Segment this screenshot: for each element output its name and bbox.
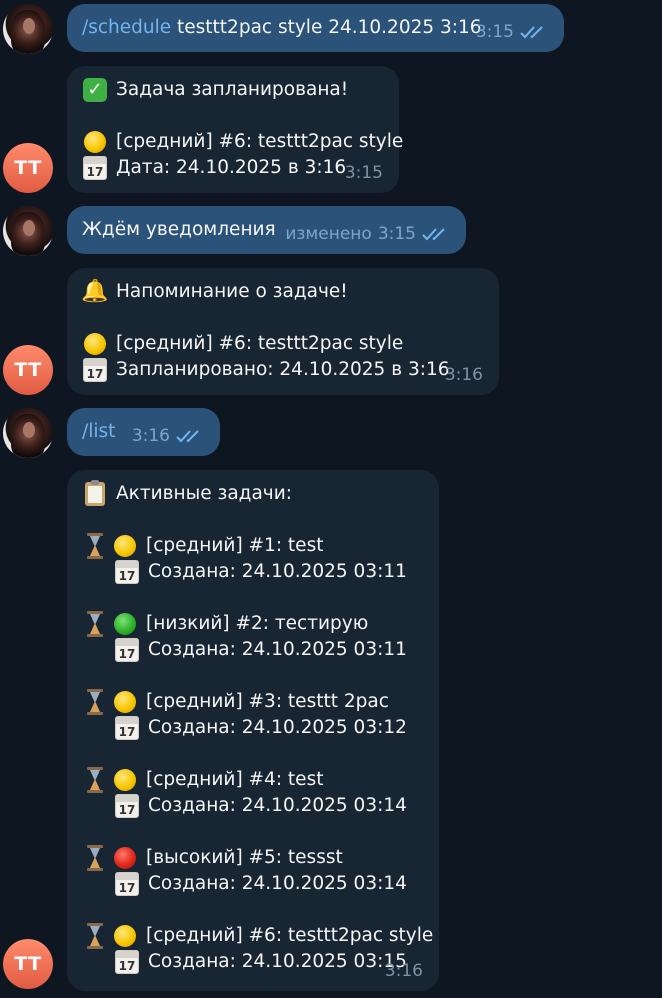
message-meta: 3:15 — [476, 19, 548, 45]
task-line: [средний] #1: test — [146, 535, 324, 556]
double-check-icon — [176, 430, 199, 443]
calendar-icon — [82, 357, 108, 383]
bot-avatar[interactable]: TT — [3, 939, 53, 989]
created-line: Создана: 24.10.2025 03:15 — [148, 951, 407, 972]
task-line: [средний] #4: test — [146, 769, 324, 790]
date-line: Запланировано: 24.10.2025 в 3:16 — [116, 359, 450, 380]
yellow-circle-icon — [112, 533, 138, 559]
message-text: testtt2pac style 24.10.2025 3:16 — [171, 17, 482, 38]
yellow-circle-icon — [112, 767, 138, 793]
message-time: 3:15 — [377, 224, 416, 244]
calendar-icon — [114, 949, 140, 975]
double-check-icon — [422, 228, 445, 241]
bell-icon: 🔔 — [81, 279, 109, 304]
yellow-circle-icon — [82, 331, 108, 357]
hourglass-icon — [82, 923, 108, 949]
task-line: [высокий] #5: tessst — [146, 847, 343, 868]
message-meta: 3:16 — [445, 362, 483, 388]
user-avatar[interactable] — [3, 4, 53, 54]
yellow-circle-icon — [82, 129, 108, 155]
date-line: Дата: 24.10.2025 в 3:16 — [116, 157, 347, 178]
hourglass-icon — [82, 611, 108, 637]
hourglass-icon — [82, 767, 108, 793]
red-circle-icon — [112, 845, 138, 871]
message-text: Ждём уведомления — [82, 219, 276, 240]
hourglass-icon — [82, 533, 108, 559]
calendar-icon — [114, 715, 140, 741]
bot-avatar[interactable]: TT — [3, 143, 53, 193]
task-line: [средний] #6: testtt2pac style — [146, 925, 434, 946]
double-check-icon — [520, 26, 543, 39]
calendar-icon — [114, 559, 140, 585]
message-time: 3:15 — [475, 22, 514, 42]
task-line: [низкий] #2: тестирую — [146, 613, 369, 634]
command-link[interactable]: /schedule — [82, 15, 171, 41]
incoming-message[interactable]: Активные задачи: [средний] #1: test Созд… — [67, 470, 439, 991]
message-time: 3:15 — [344, 163, 383, 183]
message-title: Активные задачи: — [116, 483, 292, 504]
task-line: [средний] #6: testtt2pac style — [116, 131, 404, 152]
message-title: Напоминание о задаче! — [116, 281, 348, 302]
hourglass-icon — [82, 845, 108, 871]
hourglass-icon — [82, 689, 108, 715]
task-line: [средний] #6: testtt2pac style — [116, 333, 404, 354]
calendar-icon — [114, 793, 140, 819]
clipboard-icon — [82, 480, 108, 507]
calendar-icon — [114, 637, 140, 663]
created-line: Создана: 24.10.2025 03:14 — [148, 795, 407, 816]
message-time: 3:16 — [444, 365, 483, 385]
calendar-icon — [82, 155, 108, 181]
outgoing-message[interactable]: /list 3:16 — [67, 408, 220, 456]
outgoing-message[interactable]: /schedule testtt2pac style 24.10.2025 3:… — [67, 4, 564, 52]
created-line: Создана: 24.10.2025 03:11 — [148, 561, 407, 582]
created-line: Создана: 24.10.2025 03:11 — [148, 639, 407, 660]
outgoing-message[interactable]: Ждём уведомления изменено 3:15 — [67, 206, 466, 254]
edited-label: изменено — [285, 224, 372, 244]
check-mark-icon: ✓ — [82, 77, 108, 103]
calendar-icon — [114, 871, 140, 897]
user-avatar[interactable] — [3, 206, 53, 256]
task-line: [средний] #3: testtt 2pac — [146, 691, 389, 712]
bot-avatar[interactable]: TT — [3, 345, 53, 395]
message-title: Задача запланирована! — [116, 79, 349, 100]
message-meta: изменено 3:15 — [285, 221, 450, 247]
message-meta: 3:16 — [132, 423, 204, 449]
incoming-message[interactable]: 🔔 Напоминание о задаче! [средний] #6: tes… — [67, 268, 499, 395]
created-line: Создана: 24.10.2025 03:12 — [148, 717, 407, 738]
message-meta: 3:16 — [385, 958, 423, 984]
incoming-message[interactable]: ✓ Задача запланирована! [средний] #6: tes… — [67, 66, 403, 193]
command-link[interactable]: /list — [82, 419, 115, 445]
message-meta: 3:15 — [345, 160, 383, 186]
green-circle-icon — [112, 611, 138, 637]
yellow-circle-icon — [112, 689, 138, 715]
message-time: 3:16 — [384, 961, 423, 981]
created-line: Создана: 24.10.2025 03:14 — [148, 873, 407, 894]
message-time: 3:16 — [131, 426, 170, 446]
yellow-circle-icon — [112, 923, 138, 949]
user-avatar[interactable] — [3, 408, 53, 458]
